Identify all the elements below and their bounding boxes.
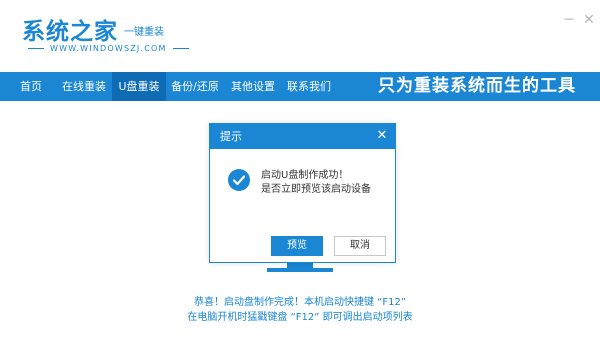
cancel-button[interactable]: 取消 <box>334 236 386 256</box>
minimize-button[interactable]: ─ <box>561 12 577 28</box>
close-button[interactable]: ✕ <box>581 12 597 28</box>
prompt-dialog: 提示 ✕ 启动U盘制作成功！ 是否立即预览该启动设备 预览 取消 <box>209 123 396 263</box>
preview-button[interactable]: 预览 <box>271 236 323 256</box>
title-bar: 系统之家 一键重装 WWW.WINDOWSZJ.COM ─ ✕ <box>0 0 600 72</box>
nav-usb-reinstall[interactable]: U盘重装 <box>112 72 166 101</box>
nav-online-reinstall[interactable]: 在线重装 <box>56 72 112 101</box>
nav-backup-restore[interactable]: 备份/还原 <box>168 72 222 101</box>
nav-home[interactable]: 首页 <box>10 72 52 101</box>
dialog-close-icon[interactable]: ✕ <box>374 128 390 144</box>
dialog-message-line1: 启动U盘制作成功！ <box>261 170 349 181</box>
app-url-text: WWW.WINDOWSZJ.COM <box>50 44 167 53</box>
tip-line2: 在电脑开机时猛戳键盘 “F12” 即可调出启动项列表 <box>187 312 413 323</box>
tip-line1: 恭喜！启动盘制作完成！本机启动快捷键 “F12” <box>193 297 407 308</box>
nav-other-settings[interactable]: 其他设置 <box>226 72 280 101</box>
app-logo-url: WWW.WINDOWSZJ.COM <box>22 44 195 53</box>
check-circle-icon <box>228 169 250 191</box>
app-logo: 系统之家 <box>22 19 118 45</box>
monitor-base-graphic <box>267 268 333 272</box>
main-navigation: 首页 在线重装 U盘重装 备份/还原 其他设置 联系我们 只为重装系统而生的工具 <box>0 72 600 101</box>
dialog-message-line2: 是否立即预览该启动设备 <box>261 184 371 195</box>
slogan: 只为重装系统而生的工具 <box>378 76 576 96</box>
app-logo-subtitle: 一键重装 <box>124 27 164 38</box>
dialog-header: 提示 ✕ <box>210 124 395 149</box>
nav-contact-us[interactable]: 联系我们 <box>282 72 336 101</box>
dialog-title: 提示 <box>220 130 242 143</box>
